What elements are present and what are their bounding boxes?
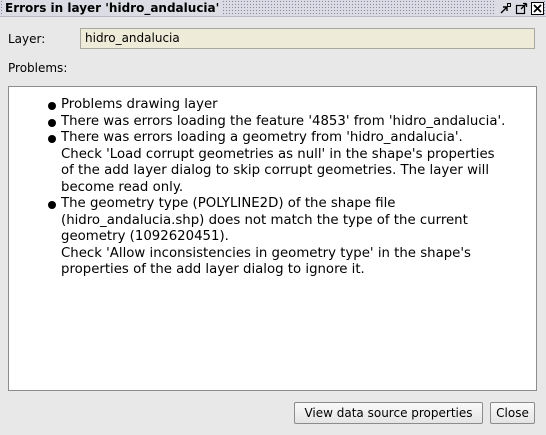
problem-text-line: The geometry type (POLYLINE2D) of the sh… [61,196,396,211]
problem-item: There was errors loading the feature '48… [9,114,536,131]
problem-text-line: There was errors loading the feature '48… [61,113,506,129]
bullet-icon [48,118,56,127]
bullet-icon [48,135,56,143]
problems-label: Problems: [8,61,68,75]
problem-text-line: Check 'Allow inconsistencies in geometry… [61,245,471,261]
problem-text-line: Check 'Load corrupt geometries as null' … [61,146,495,162]
problem-text-line: Problems drawing layer [61,97,218,112]
problems-text-area[interactable]: Problems drawing layer There was errors l… [8,86,537,391]
problem-item: There was errors loading a geometry from… [9,130,536,196]
title-bar[interactable]: Errors in layer 'hidro_andalucia' [0,0,546,17]
layer-name-field[interactable]: hidro_andalucia [80,28,535,49]
title-bar-buttons [496,0,544,16]
problem-item: The geometry type (POLYLINE2D) of the sh… [9,196,536,279]
problems-list: Problems drawing layer There was errors l… [9,87,536,279]
close-button[interactable]: Close [490,402,535,424]
bullet-icon [48,201,56,209]
close-icon[interactable] [530,1,544,15]
maximize-icon[interactable] [514,1,528,15]
problem-text-line: There was errors loading a geometry from… [61,130,463,145]
view-data-source-properties-button[interactable]: View data source properties [294,402,483,424]
errors-dialog: Errors in layer 'hidro_andalucia' Layer:… [0,0,546,435]
bullet-icon [48,102,56,110]
restore-icon[interactable] [498,1,512,15]
problem-text-line: of the add layer dialog to skip corrupt … [61,163,490,178]
problem-text-line: (hidro_andalucia.shp) does not match the… [61,212,468,228]
problem-text-line: become read only. [61,179,184,195]
layer-label: Layer: [8,32,46,46]
problem-item: Problems drawing layer [9,97,536,114]
problem-text-line: properties of the add layer dialog to ig… [61,262,365,277]
window-title: Errors in layer 'hidro_andalucia' [2,0,223,16]
problem-text-line: geometry (1092620451). [61,229,229,244]
